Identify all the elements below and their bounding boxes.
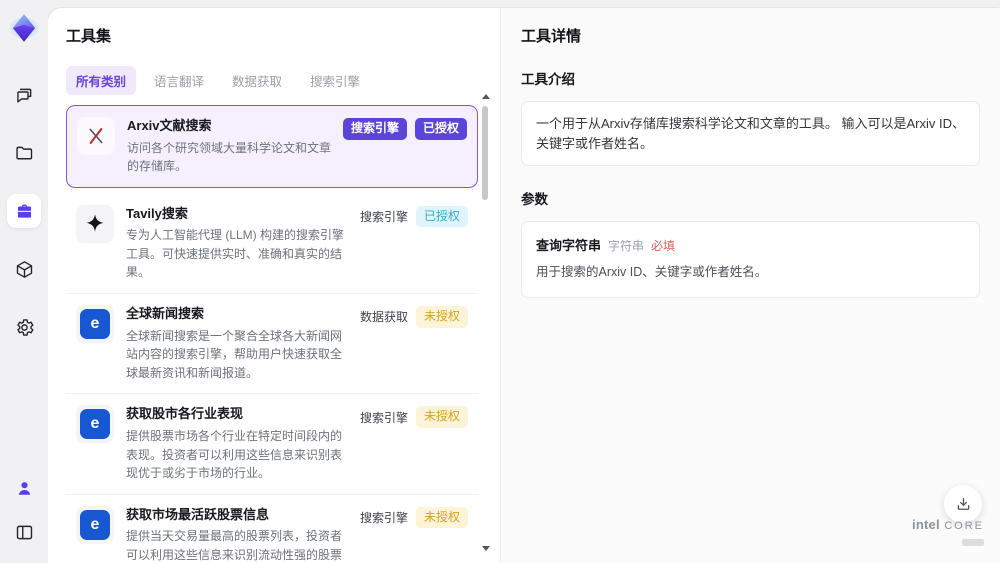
panel-toggle-icon[interactable]: [7, 515, 41, 549]
tool-details-panel: 工具详情 工具介绍 一个用于从Arxiv存储库搜索科学论文和文章的工具。 输入可…: [500, 8, 1000, 563]
tool-name: Tavily搜索: [126, 205, 188, 221]
tool-desc: 专为人工智能代理 (LLM) 构建的搜索引擎工具。可快速提供实时、准确和真实的结…: [126, 228, 345, 280]
list-scrollbar[interactable]: [481, 94, 490, 551]
tool-body: 获取市场最活跃股票信息 提供当天交易量最高的股票列表，投资者可以利用这些信息来识…: [126, 506, 350, 563]
param-desc: 用于搜索的Arxiv ID、关键字或作者姓名。: [536, 265, 768, 279]
tool-list: Arxiv文献搜索 访问各个研究领域大量科学论文和文章的存储库。 搜索引擎 已授…: [66, 105, 478, 563]
main-card: 工具集 所有类别 语言翻译 数据获取 搜索引擎 Arxiv文献搜索 访问各个研究…: [48, 8, 1000, 563]
scroll-up-arrow-icon[interactable]: [482, 94, 490, 99]
toolbox-icon[interactable]: [7, 194, 41, 228]
tool-item-tavily[interactable]: Tavily搜索 专为人工智能代理 (LLM) 构建的搜索引擎工具。可快速提供实…: [66, 193, 478, 295]
param-head: 查询字符串 字符串 必填: [536, 235, 965, 254]
param-type: 字符串: [608, 239, 645, 253]
category-tabs: 所有类别 语言翻译 数据获取 搜索引擎: [66, 66, 500, 95]
tool-body: 全球新闻搜索 全球新闻搜索是一个聚合全球各大新闻网站内容的搜索引擎，帮助用户快速…: [126, 305, 350, 382]
status-badge: 未授权: [415, 306, 468, 328]
intel-ultra-tag: [962, 539, 984, 547]
toolset-panel: 工具集 所有类别 语言翻译 数据获取 搜索引擎 Arxiv文献搜索 访问各个研究…: [48, 8, 500, 563]
tool-badges: 搜索引擎 未授权: [360, 506, 468, 529]
intel-core-logo: intel CORE: [912, 516, 984, 551]
sidebar-nav: [7, 78, 41, 344]
category-label: 搜索引擎: [359, 210, 408, 225]
tool-name: 获取股市各行业表现: [126, 406, 244, 422]
tool-badges: 数据获取 未授权: [360, 305, 468, 328]
category-label: 搜索引擎: [359, 410, 408, 425]
tab-all-categories[interactable]: 所有类别: [66, 66, 137, 95]
category-label: 数据获取: [359, 310, 408, 325]
details-title: 工具详情: [521, 28, 582, 45]
sidebar-bottom: [7, 471, 41, 549]
tool-desc: 提供当天交易量最高的股票列表，投资者可以利用这些信息来识别流动性强的股票和潜在的…: [126, 529, 343, 562]
settings-icon[interactable]: [7, 310, 41, 344]
status-badge: 已授权: [415, 205, 468, 228]
tab-search-engine[interactable]: 搜索引擎: [300, 66, 370, 95]
intro-text: 一个用于从Arxiv存储库搜索科学论文和文章的工具。 输入可以是Arxiv ID…: [521, 101, 980, 166]
status-badge: 未授权: [415, 506, 468, 529]
tool-badges: 搜索引擎 未授权: [360, 405, 468, 428]
scrollbar-thumb[interactable]: [482, 106, 488, 200]
tool-name: 全球新闻搜索: [126, 306, 205, 322]
page-title: 工具集: [66, 28, 112, 45]
tool-item-global-news[interactable]: e 全球新闻搜索 全球新闻搜索是一个聚合全球各大新闻网站内容的搜索引擎，帮助用户…: [66, 294, 478, 395]
tool-badges: 搜索引擎 已授权: [342, 117, 467, 140]
tool-name: Arxiv文献搜索: [127, 118, 212, 133]
sidebar: [0, 0, 48, 563]
tool-desc: 访问各个研究领域大量科学论文和文章的存储库。: [127, 140, 332, 174]
tool-badges: 搜索引擎 已授权: [360, 205, 468, 228]
tab-data-fetching[interactable]: 数据获取: [222, 66, 292, 95]
folder-icon[interactable]: [7, 136, 41, 170]
tool-body: Arxiv文献搜索 访问各个研究领域大量科学论文和文章的存储库。: [127, 117, 333, 176]
chat-icon[interactable]: [7, 78, 41, 112]
cube-icon[interactable]: [7, 252, 41, 286]
tool-desc: 全球新闻搜索是一个聚合全球各大新闻网站内容的搜索引擎，帮助用户快速获取全球最新资…: [126, 328, 343, 380]
tool-item-sector-performance[interactable]: e 获取股市各行业表现 提供股票市场各个行业在特定时间段内的表现。投资者可以利用…: [66, 394, 478, 495]
intel-wordmark: intel: [912, 516, 940, 532]
tab-language-translation[interactable]: 语言翻译: [144, 66, 214, 95]
tool-body: Tavily搜索 专为人工智能代理 (LLM) 构建的搜索引擎工具。可快速提供实…: [126, 205, 350, 282]
status-badge: 已授权: [414, 118, 467, 140]
param-required-flag: 必填: [651, 239, 676, 253]
status-badge: 未授权: [415, 406, 468, 428]
tool-item-arxiv[interactable]: Arxiv文献搜索 访问各个研究领域大量科学论文和文章的存储库。 搜索引擎 已授…: [66, 105, 478, 188]
params-heading: 参数: [521, 192, 548, 207]
scroll-down-arrow-icon[interactable]: [482, 546, 490, 551]
param-card: 查询字符串 字符串 必填 用于搜索的Arxiv ID、关键字或作者姓名。: [521, 221, 980, 298]
category-label: 搜索引擎: [359, 511, 408, 526]
tavily-sparkle-icon: [76, 204, 114, 243]
tool-name: 获取市场最活跃股票信息: [126, 506, 270, 522]
arxiv-logo-icon: [77, 117, 115, 155]
tool-body: 获取股市各行业表现 提供股票市场各个行业在特定时间段内的表现。投资者可以利用这些…: [126, 405, 350, 482]
intro-heading: 工具介绍: [521, 72, 575, 87]
tool-item-active-stocks[interactable]: e 获取市场最活跃股票信息 提供当天交易量最高的股票列表，投资者可以利用这些信息…: [66, 494, 478, 563]
app-logo[interactable]: [8, 12, 40, 44]
blue-news-logo-icon: e: [76, 505, 114, 544]
tool-desc: 提供股票市场各个行业在特定时间段内的表现。投资者可以利用这些信息来识别表现优于或…: [126, 428, 343, 481]
blue-news-logo-icon: e: [76, 405, 114, 444]
user-icon[interactable]: [7, 471, 41, 505]
param-name: 查询字符串: [536, 238, 602, 253]
category-badge: 搜索引擎: [342, 118, 407, 140]
core-wordmark: CORE: [944, 519, 984, 532]
blue-news-logo-icon: e: [76, 305, 114, 344]
